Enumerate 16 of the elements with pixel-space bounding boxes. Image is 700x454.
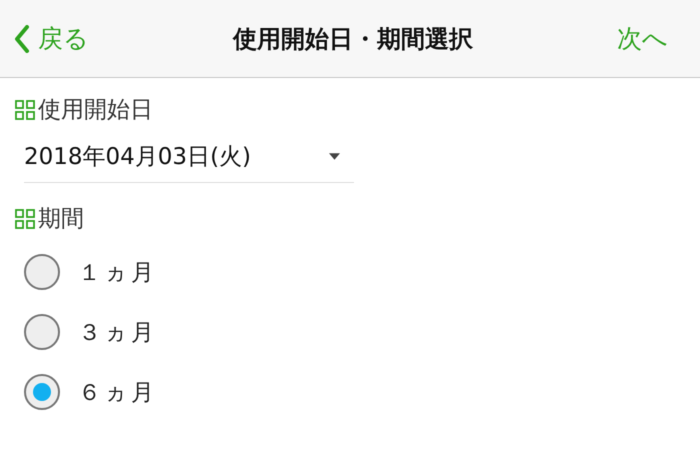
grid-icon	[14, 98, 36, 120]
caret-icon	[329, 153, 340, 160]
field-label: 使用開始日	[38, 96, 153, 125]
back-chevron-icon	[14, 24, 30, 52]
grid-icon	[14, 208, 36, 230]
back-button[interactable]: 戻る	[14, 22, 89, 55]
date-dropdown[interactable]: 2018年04月03日(火)	[24, 131, 354, 183]
option-label: ６ヵ月	[78, 378, 157, 408]
field-label: 期間	[38, 205, 84, 234]
next-button[interactable]: 次へ	[617, 22, 668, 55]
option-label: ３ヵ月	[78, 318, 157, 348]
radio-button[interactable]	[24, 254, 60, 290]
option-label: １ヵ月	[78, 258, 157, 288]
radio-button[interactable]	[24, 314, 60, 350]
screen-title: 使用開始日・期間選択	[233, 24, 473, 54]
radio-button[interactable]	[24, 374, 60, 410]
